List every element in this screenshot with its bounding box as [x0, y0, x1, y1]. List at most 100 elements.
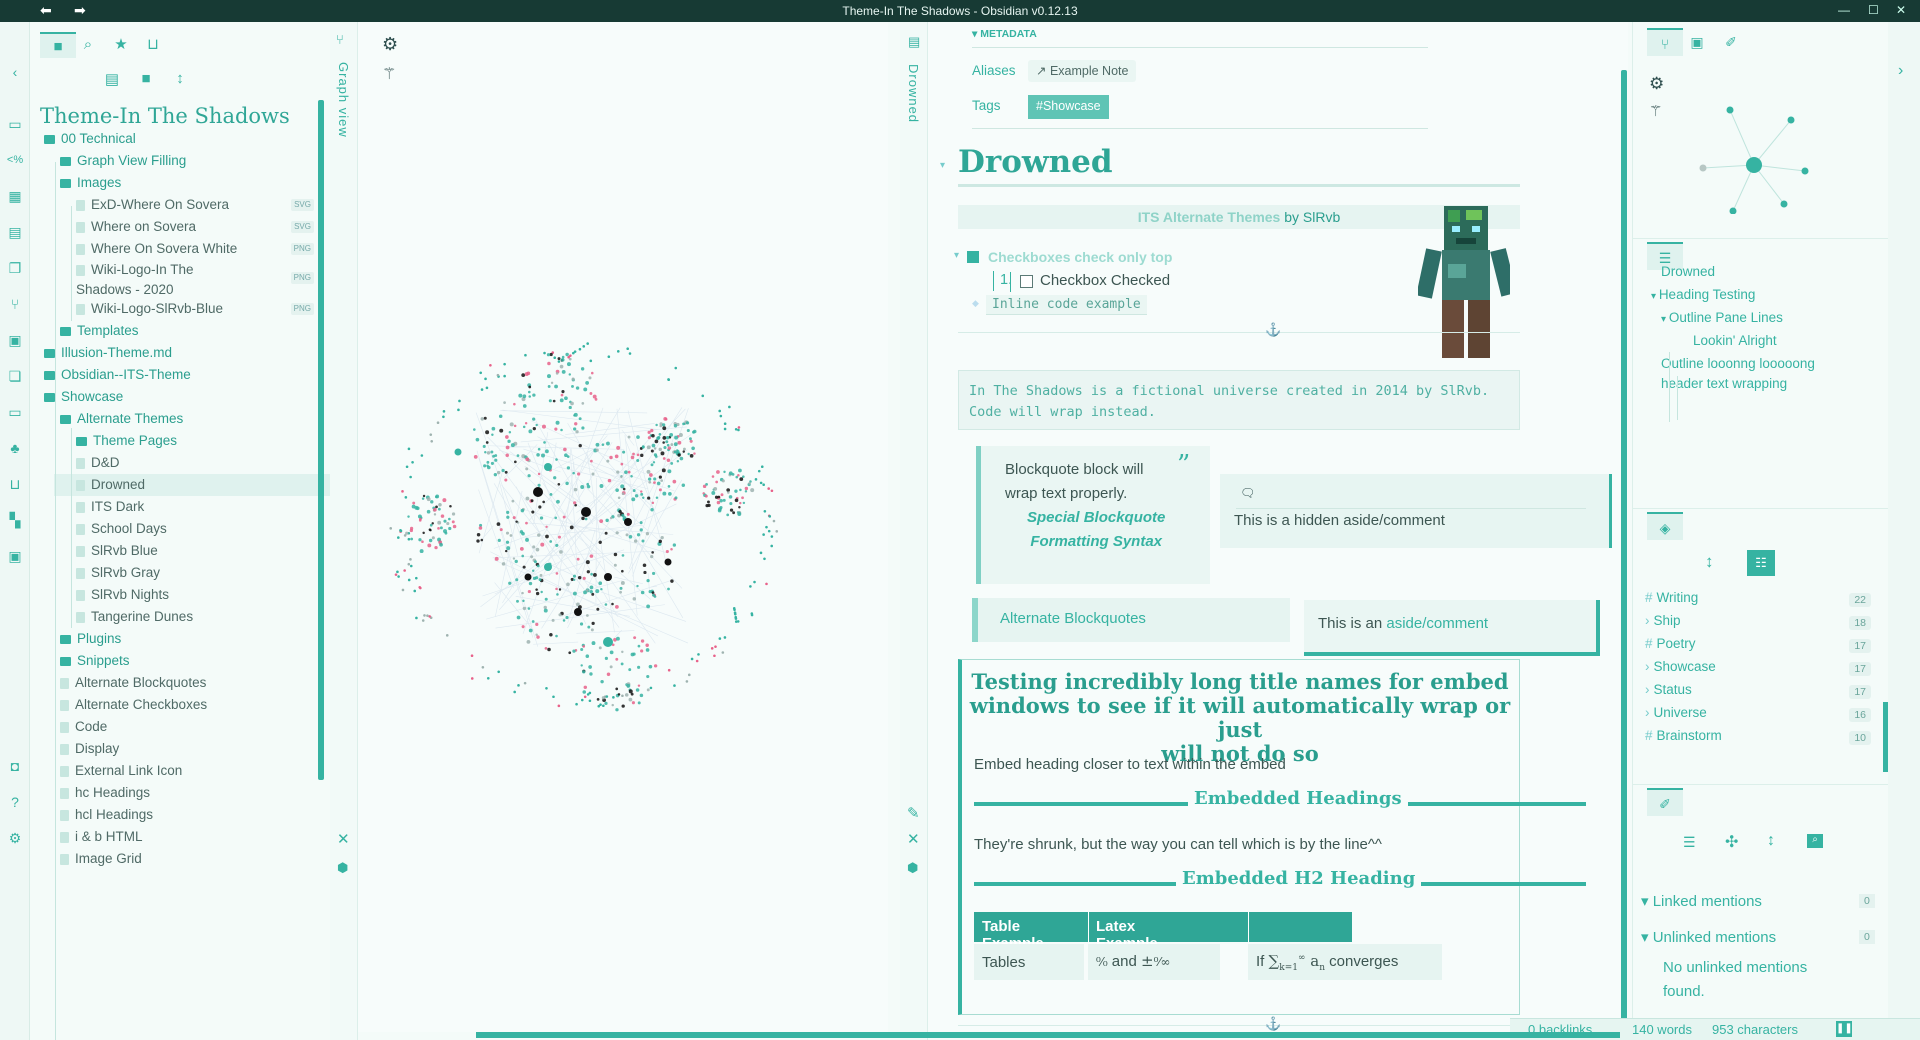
outline-item[interactable]: Lookin' Alright — [1693, 331, 1777, 351]
checked-checkbox[interactable] — [967, 251, 979, 263]
tray-icon[interactable]: ⊔ — [6, 476, 24, 492]
close-pane-icon[interactable]: ✕ — [907, 830, 920, 848]
graph-settings-icon[interactable]: ⚙ — [1649, 74, 1664, 94]
file-item[interactable]: External Link Icon — [60, 760, 314, 782]
folder-item[interactable]: Plugins — [60, 628, 314, 650]
maximize-icon[interactable]: ☐ — [1868, 3, 1879, 17]
documents-icon[interactable]: ❏ — [6, 368, 24, 384]
tags-tab-icon[interactable]: ◈ — [1647, 512, 1683, 540]
folder-item[interactable]: Theme Pages — [76, 430, 314, 452]
graph-view[interactable]: ⚙ ⚚ — [358, 22, 888, 1032]
file-item[interactable]: SlRvb Nights — [76, 584, 314, 606]
folder-item[interactable]: 00 Technical — [44, 128, 314, 150]
editor-tab-title[interactable]: Drowned — [906, 64, 921, 123]
file-item[interactable]: Wiki-Logo-SlRvb-Blue PNG — [76, 298, 314, 320]
file-item[interactable]: hc Headings — [60, 782, 314, 804]
outline-item[interactable]: Outline looonng looooong header text wrap… — [1661, 354, 1815, 394]
file-item[interactable]: D&D — [76, 452, 314, 474]
folder-item[interactable]: Templates — [60, 320, 314, 342]
search-filter-icon[interactable]: ⌕ — [1807, 834, 1823, 848]
file-item[interactable]: i & b HTML — [60, 826, 314, 848]
tag-chip[interactable]: #Showcase — [1028, 95, 1109, 119]
editor-content[interactable]: ▾ METADATA Aliases ↗ Example Note Tags #… — [928, 22, 1628, 1032]
file-item[interactable]: School Days — [76, 518, 314, 540]
sort-tags-icon[interactable]: ↕ — [1705, 552, 1714, 572]
file-item[interactable]: Wiki-Logo-In The Shadows - 2020 PNG — [76, 260, 314, 300]
tag-item[interactable]: # Poetry 17 — [1645, 636, 1871, 660]
file-item[interactable]: ExD-Where On Sovera SVG — [76, 194, 314, 216]
folder-item[interactable]: Images — [60, 172, 314, 194]
pause-icon[interactable]: ❚❚ — [1836, 1021, 1853, 1037]
edit-pencil-icon[interactable]: ✎ — [907, 804, 920, 822]
file-item[interactable]: Drowned — [54, 474, 350, 496]
checkbox[interactable] — [1020, 275, 1033, 288]
pane-options-icon[interactable]: ⬢ — [907, 860, 918, 876]
file-item[interactable]: Where on Sovera SVG — [76, 216, 314, 238]
sort-icon[interactable]: ↕ — [170, 70, 190, 87]
tag-item[interactable]: › Showcase 17 — [1645, 659, 1871, 683]
terminal-icon[interactable]: ▭ — [6, 404, 24, 420]
local-graph[interactable] — [1673, 84, 1823, 214]
magic-wand-icon[interactable]: ⚚ — [1649, 102, 1662, 120]
vault-icon[interactable]: ◘ — [6, 758, 24, 774]
collapse-left-icon[interactable]: ‹ — [6, 64, 24, 80]
minimize-icon[interactable]: — — [1838, 3, 1850, 17]
file-item[interactable]: Code — [60, 716, 314, 738]
close-icon[interactable]: ✕ — [1896, 3, 1906, 17]
graph-icon[interactable]: ⑂ — [6, 296, 24, 312]
outline-item[interactable]: Drowned — [1661, 262, 1715, 282]
file-item[interactable]: Where On Sovera White PNG — [76, 238, 314, 260]
folder-item[interactable]: Alternate Themes — [60, 408, 314, 430]
calendar-icon[interactable]: ▣ — [6, 332, 24, 348]
its-themes-link[interactable]: ITS Alternate Themes — [1138, 209, 1281, 225]
local-graph-tab-icon[interactable]: ⑂ — [1647, 28, 1683, 56]
file-item[interactable]: Image Grid — [60, 848, 314, 870]
tree-view-toggle[interactable]: ☷ — [1747, 550, 1775, 576]
tag-item[interactable]: › Ship 18 — [1645, 613, 1871, 637]
search-tab-icon[interactable]: ⌕ — [70, 32, 106, 58]
table-icon[interactable]: ▦ — [6, 188, 24, 204]
show-context-icon[interactable]: ✣ — [1725, 832, 1738, 852]
folder-item[interactable]: Illusion-Theme.md — [44, 342, 314, 364]
folder-item[interactable]: Showcase — [44, 386, 314, 408]
alias-chip[interactable]: ↗ Example Note — [1028, 60, 1137, 82]
inbox-tab-icon[interactable]: ⊔ — [135, 32, 171, 58]
tag-item[interactable]: # Brainstorm 10 — [1645, 728, 1871, 752]
collapse-icon[interactable]: ▾ — [1661, 314, 1669, 325]
tag-item[interactable]: › Status 17 — [1645, 682, 1871, 706]
file-item[interactable]: hcl Headings — [60, 804, 314, 826]
tag-item[interactable]: › Universe 16 — [1645, 705, 1871, 729]
explorer-scrollbar[interactable] — [318, 100, 324, 780]
folder-item[interactable]: Obsidian--ITS-Theme — [44, 364, 314, 386]
graph-view-title[interactable]: Graph view — [336, 62, 351, 138]
file-item[interactable]: Display — [60, 738, 314, 760]
backlinks-tab-icon[interactable]: ✐ — [1713, 28, 1749, 56]
outline-item[interactable]: ▾ Heading Testing — [1651, 285, 1755, 307]
collapse-right-icon[interactable]: › — [1898, 62, 1903, 80]
folder-item[interactable]: Snippets — [60, 650, 314, 672]
file-item[interactable]: Alternate Blockquotes — [60, 672, 314, 694]
console-icon[interactable]: ▣ — [6, 548, 24, 564]
close-pane-icon[interactable]: ✕ — [337, 830, 350, 848]
help-icon[interactable]: ? — [6, 794, 24, 810]
settings-icon[interactable]: ⚙ — [6, 830, 24, 846]
author-link[interactable]: SlRvb — [1303, 209, 1340, 225]
people-icon[interactable]: ♣ — [6, 440, 24, 456]
new-note-icon[interactable]: ▤ — [102, 70, 122, 88]
collapse-icon[interactable]: ▾ — [1651, 291, 1659, 302]
copy-icon[interactable]: ❐ — [6, 260, 24, 276]
calendar-tab-icon[interactable]: ▣ — [1679, 28, 1715, 56]
inbox-icon[interactable]: ▭ — [6, 116, 24, 132]
file-item[interactable]: Alternate Checkboxes — [60, 694, 314, 716]
collapse-list-icon[interactable]: ▾ — [954, 250, 959, 261]
collapse-heading-icon[interactable]: ▾ — [940, 160, 945, 171]
starred-tab-icon[interactable]: ★ — [103, 32, 139, 58]
file-item[interactable]: SlRvb Blue — [76, 540, 314, 562]
tag-item[interactable]: # Writing 22 — [1645, 590, 1871, 614]
file-item[interactable]: SlRvb Gray — [76, 562, 314, 584]
outline-item[interactable]: ▾ Outline Pane Lines — [1661, 308, 1783, 330]
pane-options-icon[interactable]: ⬢ — [337, 860, 348, 876]
change-sort-icon[interactable]: ↕ — [1767, 832, 1775, 850]
metadata-heading[interactable]: ▾ METADATA — [972, 28, 1037, 40]
new-folder-icon[interactable]: ■ — [136, 70, 156, 87]
